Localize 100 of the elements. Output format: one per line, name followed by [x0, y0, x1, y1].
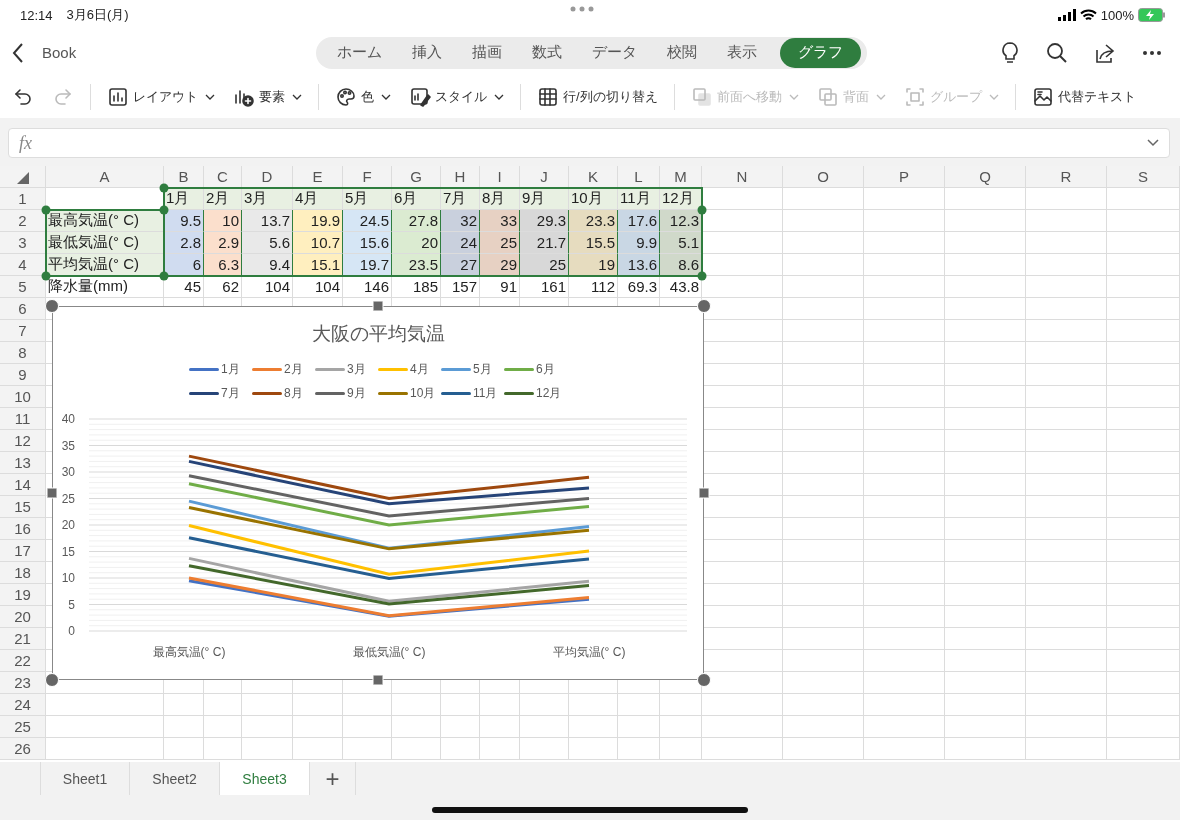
- row-header[interactable]: 15: [0, 496, 46, 518]
- y-tick-label: 30: [61, 465, 75, 479]
- row-header[interactable]: 22: [0, 650, 46, 672]
- row-header[interactable]: 3: [0, 232, 46, 254]
- column-header[interactable]: S: [1107, 166, 1180, 188]
- column-header[interactable]: A: [46, 166, 164, 188]
- table-cell: 2月: [204, 188, 242, 210]
- selection-handle[interactable]: [159, 271, 169, 281]
- bring-forward-icon: [690, 85, 713, 108]
- column-header[interactable]: D: [242, 166, 293, 188]
- column-header[interactable]: O: [783, 166, 864, 188]
- column-header[interactable]: R: [1026, 166, 1107, 188]
- column-header[interactable]: F: [343, 166, 392, 188]
- ribbon-tab[interactable]: 挿入: [397, 37, 457, 68]
- resize-handle[interactable]: [372, 674, 384, 686]
- selection-handle[interactable]: [159, 183, 169, 193]
- resize-handle[interactable]: [697, 673, 711, 687]
- toolbar-button[interactable]: 行/列の切り替え: [535, 83, 660, 110]
- toolbar-button[interactable]: 代替テキスト: [1029, 83, 1138, 110]
- ribbon-tab[interactable]: 数式: [517, 37, 577, 68]
- ribbon-tab[interactable]: グラフ: [780, 37, 861, 68]
- column-header[interactable]: K: [569, 166, 618, 188]
- toolbar-button[interactable]: レイアウト: [105, 83, 217, 110]
- expand-chevron-icon[interactable]: [1147, 139, 1159, 147]
- resize-handle[interactable]: [372, 300, 384, 312]
- search-icon[interactable]: [1046, 41, 1068, 64]
- y-tick-label: 10: [61, 571, 75, 585]
- table-cell: 27.8: [392, 210, 441, 232]
- row-header[interactable]: 20: [0, 606, 46, 628]
- column-header[interactable]: H: [441, 166, 480, 188]
- table-cell: 146: [343, 276, 392, 298]
- lightbulb-icon[interactable]: [1000, 40, 1020, 65]
- table-cell: 69.3: [618, 276, 660, 298]
- row-header[interactable]: 6: [0, 298, 46, 320]
- legend-label: 4月: [410, 361, 429, 378]
- ribbon-tab[interactable]: 表示: [712, 37, 772, 68]
- resize-handle[interactable]: [697, 299, 711, 313]
- select-all-corner[interactable]: [0, 166, 46, 188]
- column-header[interactable]: C: [204, 166, 242, 188]
- selection-handle[interactable]: [41, 205, 51, 215]
- row-header[interactable]: 18: [0, 562, 46, 584]
- row-header[interactable]: 12: [0, 430, 46, 452]
- ribbon-tab[interactable]: 描画: [457, 37, 517, 68]
- row-header[interactable]: 10: [0, 386, 46, 408]
- row-header[interactable]: 26: [0, 738, 46, 760]
- empty-cell: [164, 716, 204, 738]
- row-header[interactable]: 4: [0, 254, 46, 276]
- column-header[interactable]: B: [164, 166, 204, 188]
- toolbar-button[interactable]: 要素: [231, 83, 304, 110]
- column-header[interactable]: G: [392, 166, 441, 188]
- ribbon-tab[interactable]: データ: [577, 37, 652, 68]
- empty-cell: [204, 694, 242, 716]
- row-header[interactable]: 25: [0, 716, 46, 738]
- toolbar-button[interactable]: 色: [333, 83, 393, 110]
- more-icon[interactable]: [1142, 49, 1162, 56]
- column-header[interactable]: L: [618, 166, 660, 188]
- selection-handle[interactable]: [41, 271, 51, 281]
- sheet-tab[interactable]: Sheet1: [40, 762, 130, 795]
- row-header[interactable]: 16: [0, 518, 46, 540]
- row-header[interactable]: 14: [0, 474, 46, 496]
- row-header[interactable]: 19: [0, 584, 46, 606]
- line-chart[interactable]: 大阪の平均気温 1月 2月 3月 4月 5月 6月 7月 8月 9月 10月 11月 12月 0 5 10 15 20 25 30 35 40 最高気温(° C) 最低気温(° C) 平均気温(° C): [52, 306, 704, 680]
- ribbon-tab[interactable]: ホーム: [322, 37, 397, 68]
- back-icon[interactable]: [12, 41, 24, 64]
- row-header[interactable]: 8: [0, 342, 46, 364]
- column-header[interactable]: M: [660, 166, 702, 188]
- resize-handle[interactable]: [46, 487, 58, 499]
- column-header[interactable]: I: [480, 166, 520, 188]
- row-header[interactable]: 1: [0, 188, 46, 210]
- toolbar-button[interactable]: スタイル: [407, 83, 506, 110]
- row-header[interactable]: 17: [0, 540, 46, 562]
- row-header[interactable]: 24: [0, 694, 46, 716]
- table-cell: 33: [480, 210, 520, 232]
- resize-handle[interactable]: [45, 299, 59, 313]
- row-header[interactable]: 11: [0, 408, 46, 430]
- send-backward-icon: [816, 85, 839, 108]
- row-header[interactable]: 2: [0, 210, 46, 232]
- column-header[interactable]: Q: [945, 166, 1026, 188]
- selection-handle[interactable]: [697, 271, 707, 281]
- row-header[interactable]: 21: [0, 628, 46, 650]
- column-header[interactable]: N: [702, 166, 783, 188]
- formula-bar[interactable]: fx: [8, 128, 1170, 158]
- row-header[interactable]: 5: [0, 276, 46, 298]
- row-header[interactable]: 23: [0, 672, 46, 694]
- multitasking-icon[interactable]: [570, 6, 594, 12]
- column-header[interactable]: P: [864, 166, 945, 188]
- selection-handle[interactable]: [697, 205, 707, 215]
- legend-label: 1月: [221, 361, 240, 378]
- selection-handle[interactable]: [159, 205, 169, 215]
- resize-handle[interactable]: [698, 487, 710, 499]
- add-sheet-button[interactable]: +: [310, 762, 356, 795]
- row-header[interactable]: 7: [0, 320, 46, 342]
- column-header[interactable]: J: [520, 166, 569, 188]
- share-icon[interactable]: [1094, 41, 1116, 64]
- table-cell: 9.9: [618, 232, 660, 254]
- ribbon-tab[interactable]: 校閲: [652, 37, 712, 68]
- sheet-tab[interactable]: Sheet3: [220, 762, 310, 795]
- row-header[interactable]: 9: [0, 364, 46, 386]
- column-header[interactable]: E: [293, 166, 343, 188]
- row-header[interactable]: 13: [0, 452, 46, 474]
